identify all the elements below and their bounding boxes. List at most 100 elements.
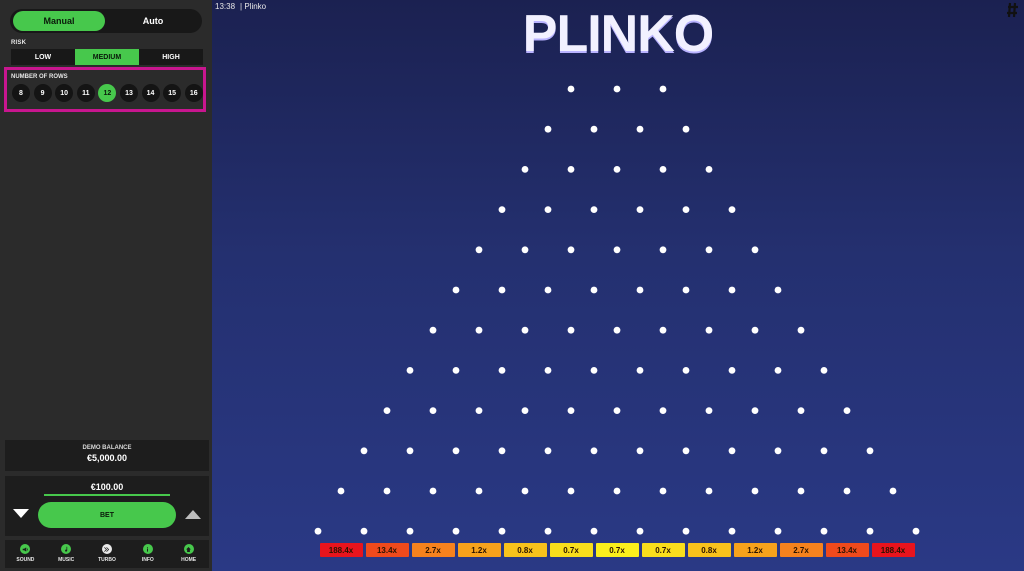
peg (774, 527, 782, 535)
peg (544, 527, 552, 535)
peg (659, 326, 667, 334)
peg (682, 447, 690, 455)
multiplier-slot: 0.7x (641, 543, 685, 557)
peg (659, 487, 667, 495)
peg (521, 166, 529, 173)
multiplier-slot: 0.8x (503, 543, 547, 557)
auto-tab[interactable]: Auto (107, 11, 199, 31)
peg (498, 447, 506, 455)
increase-bet-icon[interactable] (185, 510, 201, 519)
peg (751, 246, 759, 254)
manual-tab[interactable]: Manual (13, 11, 105, 31)
peg (567, 487, 575, 495)
peg (314, 527, 322, 535)
peg (820, 447, 828, 455)
peg (475, 246, 483, 254)
balance-value: €5,000.00 (86, 453, 128, 463)
peg (544, 286, 552, 294)
peg (475, 407, 483, 414)
rows-option-8[interactable]: 8 (12, 84, 30, 102)
peg (360, 527, 368, 535)
rows-option-13[interactable]: 13 (119, 84, 138, 102)
balance-label: DEMO BALANCE (82, 445, 132, 451)
peg (774, 286, 782, 294)
peg (452, 527, 460, 535)
rows-label: NUMBER OF ROWS (11, 74, 68, 80)
peg (567, 166, 575, 173)
risk-medium-button[interactable]: MEDIUM (75, 49, 139, 65)
peg (797, 487, 805, 495)
turbo-button[interactable]: TURBO (87, 540, 128, 568)
decrease-bet-icon[interactable] (13, 509, 29, 518)
peg (659, 246, 667, 254)
peg (475, 326, 483, 334)
sound-icon (20, 544, 31, 554)
peg (475, 487, 483, 495)
peg (567, 407, 575, 414)
peg (682, 286, 690, 294)
bet-button[interactable]: BET (38, 502, 176, 528)
bet-amount: €100.00 (90, 482, 124, 492)
multiplier-slot: 0.7x (595, 543, 639, 557)
rows-option-15[interactable]: 15 (163, 84, 182, 102)
peg (521, 246, 529, 254)
peg (728, 367, 736, 374)
peg (659, 85, 667, 93)
turbo-label: TURBO (98, 557, 116, 563)
rows-option-14[interactable]: 14 (141, 84, 160, 102)
peg (406, 447, 414, 455)
multiplier-slot: 188.4x (871, 543, 915, 557)
rows-option-11[interactable]: 11 (76, 84, 95, 102)
peg (659, 407, 667, 414)
peg (682, 367, 690, 374)
multiplier-slot: 0.8x (687, 543, 731, 557)
peg (613, 487, 621, 495)
game-board-area: 13:38 | Plinko PLINKO 188.4x 13.4x 2.7x 1.2… (212, 0, 1024, 571)
peg (751, 326, 759, 334)
peg (498, 367, 506, 374)
rows-option-16[interactable]: 16 (184, 84, 203, 102)
peg (705, 166, 713, 173)
sound-button[interactable]: SOUND (5, 540, 46, 568)
info-button[interactable]: INFO (127, 540, 168, 568)
bet-slider[interactable] (44, 494, 170, 496)
peg (682, 125, 690, 133)
peg (636, 527, 644, 535)
peg (429, 326, 437, 334)
rows-option-12[interactable]: 12 (98, 84, 117, 102)
rows-option-9[interactable]: 9 (33, 84, 52, 102)
peg-board (314, 85, 920, 535)
risk-low-button[interactable]: LOW (11, 49, 75, 65)
rows-selector-highlight: NUMBER OF ROWS 8 9 10 11 12 13 14 15 16 (4, 67, 206, 112)
peg (590, 286, 598, 294)
peg (544, 367, 552, 374)
peg (705, 407, 713, 414)
peg (820, 367, 828, 374)
info-label: INFO (141, 557, 154, 563)
multiplier-slot: 0.7x (549, 543, 593, 557)
peg (751, 407, 759, 414)
peg (544, 125, 552, 133)
peg (383, 487, 391, 495)
home-button[interactable]: HOME (168, 540, 209, 568)
peg (590, 367, 598, 374)
peg (544, 206, 552, 214)
peg (705, 246, 713, 254)
multiplier-slot: 2.7x (779, 543, 823, 557)
risk-selector: LOW MEDIUM HIGH (11, 49, 203, 65)
peg (843, 407, 851, 414)
control-sidebar: Manual Auto RISK LOW MEDIUM HIGH NUMBER … (0, 0, 212, 571)
peg (590, 206, 598, 214)
peg (728, 286, 736, 294)
peg (498, 206, 506, 214)
music-button[interactable]: MUSIC (46, 540, 87, 568)
peg (682, 206, 690, 214)
peg (636, 367, 644, 374)
peg (521, 407, 529, 414)
peg (682, 527, 690, 535)
multiplier-slot: 2.7x (411, 543, 455, 557)
risk-high-button[interactable]: HIGH (139, 49, 203, 65)
peg (429, 407, 437, 414)
rows-option-10[interactable]: 10 (55, 84, 74, 102)
bet-slider-fill (44, 494, 170, 496)
